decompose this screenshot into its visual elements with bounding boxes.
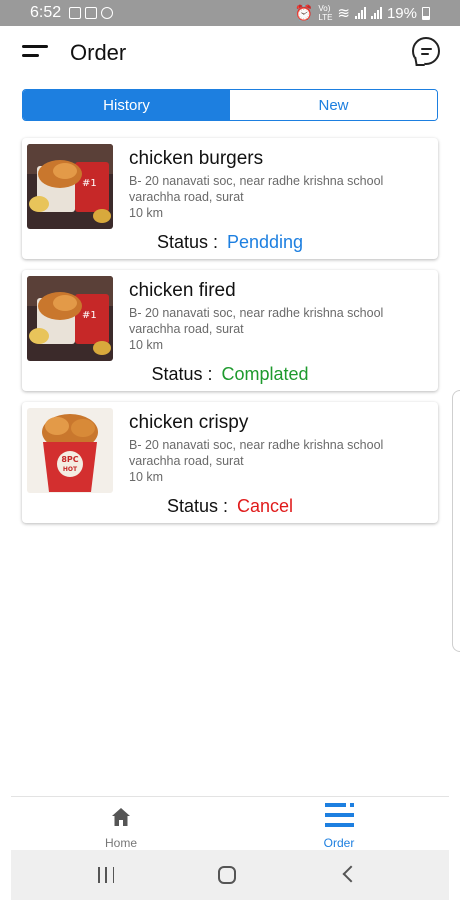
nav-home-label: Home: [104, 836, 137, 850]
page-title: Order: [70, 40, 127, 65]
item-address: B- 20 nanavati soc, near radhe krishna s…: [129, 438, 384, 468]
voicemail-icon: [85, 7, 98, 19]
app-header: Order: [0, 26, 460, 84]
item-distance: 10 km: [129, 338, 164, 352]
battery-percent: 19%: [386, 4, 417, 22]
item-address: B- 20 nanavati soc, near radhe krishna s…: [129, 174, 384, 204]
battery-icon: [422, 6, 430, 20]
menu-icon[interactable]: [22, 42, 50, 64]
status-time: 6:52: [30, 4, 62, 21]
tab-history[interactable]: History: [23, 90, 230, 120]
recent-apps-button[interactable]: [98, 864, 114, 886]
svg-text:8PC: 8PC: [61, 455, 78, 464]
status-value: Pendding: [226, 232, 304, 252]
status-label: Status :: [156, 232, 218, 252]
alarm-icon: ⏰: [294, 5, 314, 22]
home-button[interactable]: [218, 866, 236, 884]
svg-text:HOT: HOT: [63, 466, 78, 473]
status-line: Status : Pendding: [22, 232, 438, 253]
status-line: Status : Complated: [22, 364, 438, 385]
food-image: #1: [27, 276, 113, 361]
order-card[interactable]: #1 chicken burgers B- 20 nanavati soc, n…: [22, 138, 438, 259]
item-title: chicken burgers: [129, 148, 264, 169]
scroll-edge: [452, 390, 460, 652]
status-bar: 6:52 ⏰ Vo) LTE ≋ 19%: [0, 0, 460, 26]
whatsapp-icon: [101, 7, 114, 19]
status-value: Cancel: [237, 496, 294, 516]
notification-icons: [69, 7, 114, 19]
chat-icon[interactable]: [412, 37, 440, 65]
item-distance: 10 km: [129, 206, 164, 220]
order-tabs: History New: [22, 89, 438, 121]
lte-label: Vo) LTE: [318, 4, 333, 22]
nav-home[interactable]: Home: [61, 797, 181, 851]
item-title: chicken crispy: [129, 412, 249, 433]
bottom-nav: Home Order: [11, 796, 449, 850]
home-icon: [112, 808, 130, 826]
nav-order-label: Order: [323, 836, 355, 850]
status-line: Status : Cancel: [22, 496, 438, 517]
order-card[interactable]: 8PC HOT chicken crispy B- 20 nanavati so…: [22, 402, 438, 523]
system-nav-bar: [11, 850, 449, 900]
status-value: Complated: [221, 364, 309, 384]
svg-text:#1: #1: [82, 178, 97, 189]
status-right: ⏰ Vo) LTE ≋ 19%: [295, 4, 430, 22]
food-image: 8PC HOT: [27, 408, 113, 493]
nav-order[interactable]: Order: [279, 797, 399, 851]
item-title: chicken fired: [129, 280, 236, 301]
back-button[interactable]: [342, 865, 360, 883]
order-card[interactable]: #1 chicken fired B- 20 nanavati soc, nea…: [22, 270, 438, 391]
order-list-icon: [325, 803, 354, 829]
food-image: #1: [27, 144, 113, 229]
item-distance: 10 km: [129, 470, 164, 484]
gallery-icon: [69, 7, 82, 19]
status-label: Status :: [151, 364, 213, 384]
svg-text:#1: #1: [82, 310, 97, 321]
tab-new[interactable]: New: [230, 90, 437, 120]
signal-icon-2: [370, 7, 382, 19]
signal-icon: [354, 7, 366, 19]
wifi-icon: ≋: [337, 5, 350, 22]
item-address: B- 20 nanavati soc, near radhe krishna s…: [129, 306, 384, 336]
status-label: Status :: [166, 496, 228, 516]
